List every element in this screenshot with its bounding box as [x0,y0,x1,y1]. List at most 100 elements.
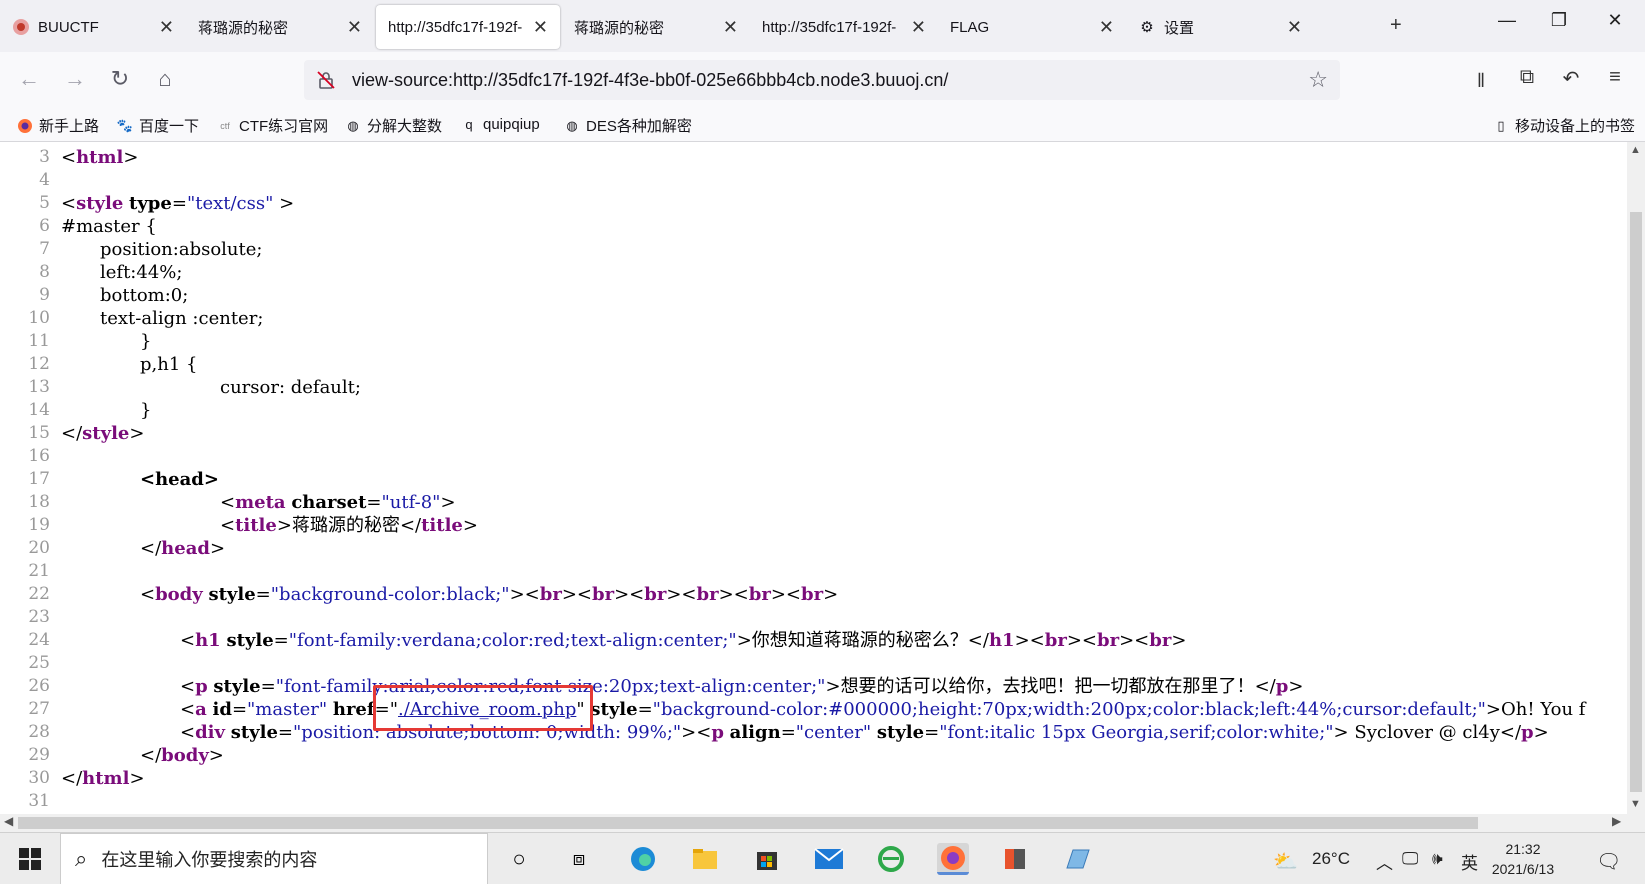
source-line: 12 p,h1 { [28,354,198,375]
undo-icon[interactable]: ↶ [1556,66,1586,91]
home-button[interactable]: ⌂ [150,66,180,92]
bookmark-item[interactable]: 新手上路 [16,115,99,136]
tab-flag[interactable]: FLAG ✕ [938,5,1126,49]
tab-title: 蒋璐源的秘密 [574,19,665,37]
volume-icon[interactable]: 🕪 [1432,849,1443,869]
taskbar: ⌕ 在这里输入你要搜索的内容 ○ ⧈ ⛅ 26°C ︿ 🖵 🕪 英 21:32 … [0,832,1645,884]
bookmark-item[interactable]: ◍ DES各种加解密 [563,115,692,136]
notepad-icon[interactable] [1061,843,1093,875]
tab-title: BUUCTF [38,18,99,36]
source-line: 18 <meta charset="utf-8"> [28,492,456,513]
file-explorer-icon[interactable] [689,843,721,875]
chevron-up-icon[interactable]: ︿ [1376,849,1393,874]
highlight-box [373,685,593,731]
scroll-thumb[interactable] [18,817,1478,829]
library-icon[interactable]: 𝍪 [1466,66,1496,100]
globe-icon: ◍ [347,117,359,133]
minimize-button[interactable]: — [1484,10,1530,31]
crop-icon[interactable]: ⧉ [1512,66,1542,89]
close-icon[interactable]: ✕ [1287,17,1302,38]
bookmark-star-icon[interactable]: ☆ [1308,67,1328,93]
menu-icon[interactable]: ≡ [1600,66,1630,89]
bookmark-item[interactable]: 🐾 百度一下 [116,115,199,136]
q-icon: q [465,116,473,132]
bookmark-item[interactable]: q quipqiup [460,115,540,133]
source-line: 6 #master { [39,216,157,237]
gear-icon: ⚙ [1140,19,1154,36]
bookmark-item[interactable]: ctf CTF练习官网 [216,115,328,136]
new-tab-button[interactable]: + [1390,14,1402,37]
search-placeholder: 在这里输入你要搜索的内容 [101,850,318,870]
vertical-scrollbar[interactable]: ▲ ▼ [1627,142,1645,814]
firefox-taskbar-icon[interactable] [937,843,969,875]
tab-url-2[interactable]: http://35dfc17f-192f- ✕ [750,5,938,49]
scroll-thumb[interactable] [1630,212,1642,792]
source-line: 14} [28,400,152,421]
tab-buuctf[interactable]: BUUCTF ✕ [0,5,186,49]
taskbar-search[interactable]: ⌕ 在这里输入你要搜索的内容 [60,833,488,884]
firefox-icon [16,117,34,135]
source-line: 20 </head> [28,538,226,559]
clock[interactable]: 21:32 2021/6/13 [1483,839,1563,879]
scroll-down-icon[interactable]: ▼ [1630,798,1641,810]
close-icon[interactable]: ✕ [347,17,362,38]
windows-start-icon[interactable] [18,847,42,871]
close-icon[interactable]: ✕ [1099,17,1114,38]
url-bar[interactable]: view-source:http://35dfc17f-192f-4f3e-bb… [304,60,1340,100]
app-icon[interactable] [999,843,1031,875]
edge-icon[interactable] [627,843,659,875]
close-icon[interactable]: ✕ [533,17,548,38]
clock-date: 2021/6/13 [1491,861,1555,877]
mobile-bookmarks[interactable]: ▯ 移动设备上的书签 [1492,115,1635,136]
cortana-icon[interactable]: ○ [503,843,535,875]
window-close-button[interactable]: ✕ [1592,10,1638,31]
source-line: 28 <div style="position: absolute;bottom:… [28,722,1549,743]
insecure-lock-icon [316,70,336,90]
source-line: 15 </style> [28,423,145,444]
scroll-up-icon[interactable]: ▲ [1630,144,1641,156]
source-line: 25 [28,653,50,673]
close-icon[interactable]: ✕ [911,17,926,38]
bookmark-item[interactable]: ◍ 分解大整数 [344,115,442,136]
notification-icon[interactable]: 🗨 [1596,849,1621,874]
ie-browser-icon[interactable] [875,843,907,875]
bookmark-label: CTF练习官网 [239,118,329,135]
back-button[interactable]: ← [14,66,44,92]
restore-button[interactable]: ❐ [1536,10,1582,31]
mail-icon[interactable] [813,843,845,875]
bookmark-label: 新手上路 [39,118,100,135]
source-line: 17 <head> [28,469,219,490]
source-line: 26 <p style="font-family:arial;color:red;… [28,676,1304,697]
close-icon[interactable]: ✕ [159,17,174,38]
tab-settings[interactable]: ⚙ 设置 ✕ [1126,5,1314,49]
bookmark-label: 分解大整数 [367,118,443,135]
tab-view-source[interactable]: http://35dfc17f-192f- ✕ [376,5,560,49]
url-text[interactable]: view-source:http://35dfc17f-192f-4f3e-bb… [352,70,1308,91]
tab-title: 设置 [1164,19,1195,37]
scroll-right-icon[interactable]: ▶ [1612,814,1621,828]
source-line: 19 <title>蒋璐源的秘密</title> [28,515,478,536]
task-view-icon[interactable]: ⧈ [563,843,595,875]
mobile-device-icon: ▯ [1497,117,1505,133]
reload-button[interactable]: ↻ [105,66,135,92]
tab-secret-1[interactable]: 蒋璐源的秘密 ✕ [186,5,374,49]
source-line: 31 [28,791,50,811]
weather-icon[interactable]: ⛅ [1273,849,1298,874]
scroll-left-icon[interactable]: ◀ [4,814,13,828]
tab-strip: BUUCTF ✕ 蒋璐源的秘密 ✕ http://35dfc17f-192f- … [0,0,1645,52]
ctf-icon: ctf [220,120,230,131]
source-line: 21 [28,561,50,581]
weather-temp[interactable]: 26°C [1312,849,1350,869]
bookmark-label: quipqiup [483,115,540,133]
globe-icon: ◍ [566,117,578,133]
ime-indicator[interactable]: 英 [1461,849,1478,874]
bookmark-label: 移动设备上的书签 [1515,118,1636,135]
store-icon[interactable] [751,843,783,875]
forward-button[interactable]: → [60,66,90,92]
source-line: 16 [28,446,50,466]
horizontal-scrollbar[interactable]: ◀ ▶ [0,814,1645,832]
tab-title: 蒋璐源的秘密 [198,19,289,37]
tab-secret-2[interactable]: 蒋璐源的秘密 ✕ [562,5,750,49]
close-icon[interactable]: ✕ [723,17,738,38]
network-icon[interactable]: 🖵 [1402,849,1418,869]
